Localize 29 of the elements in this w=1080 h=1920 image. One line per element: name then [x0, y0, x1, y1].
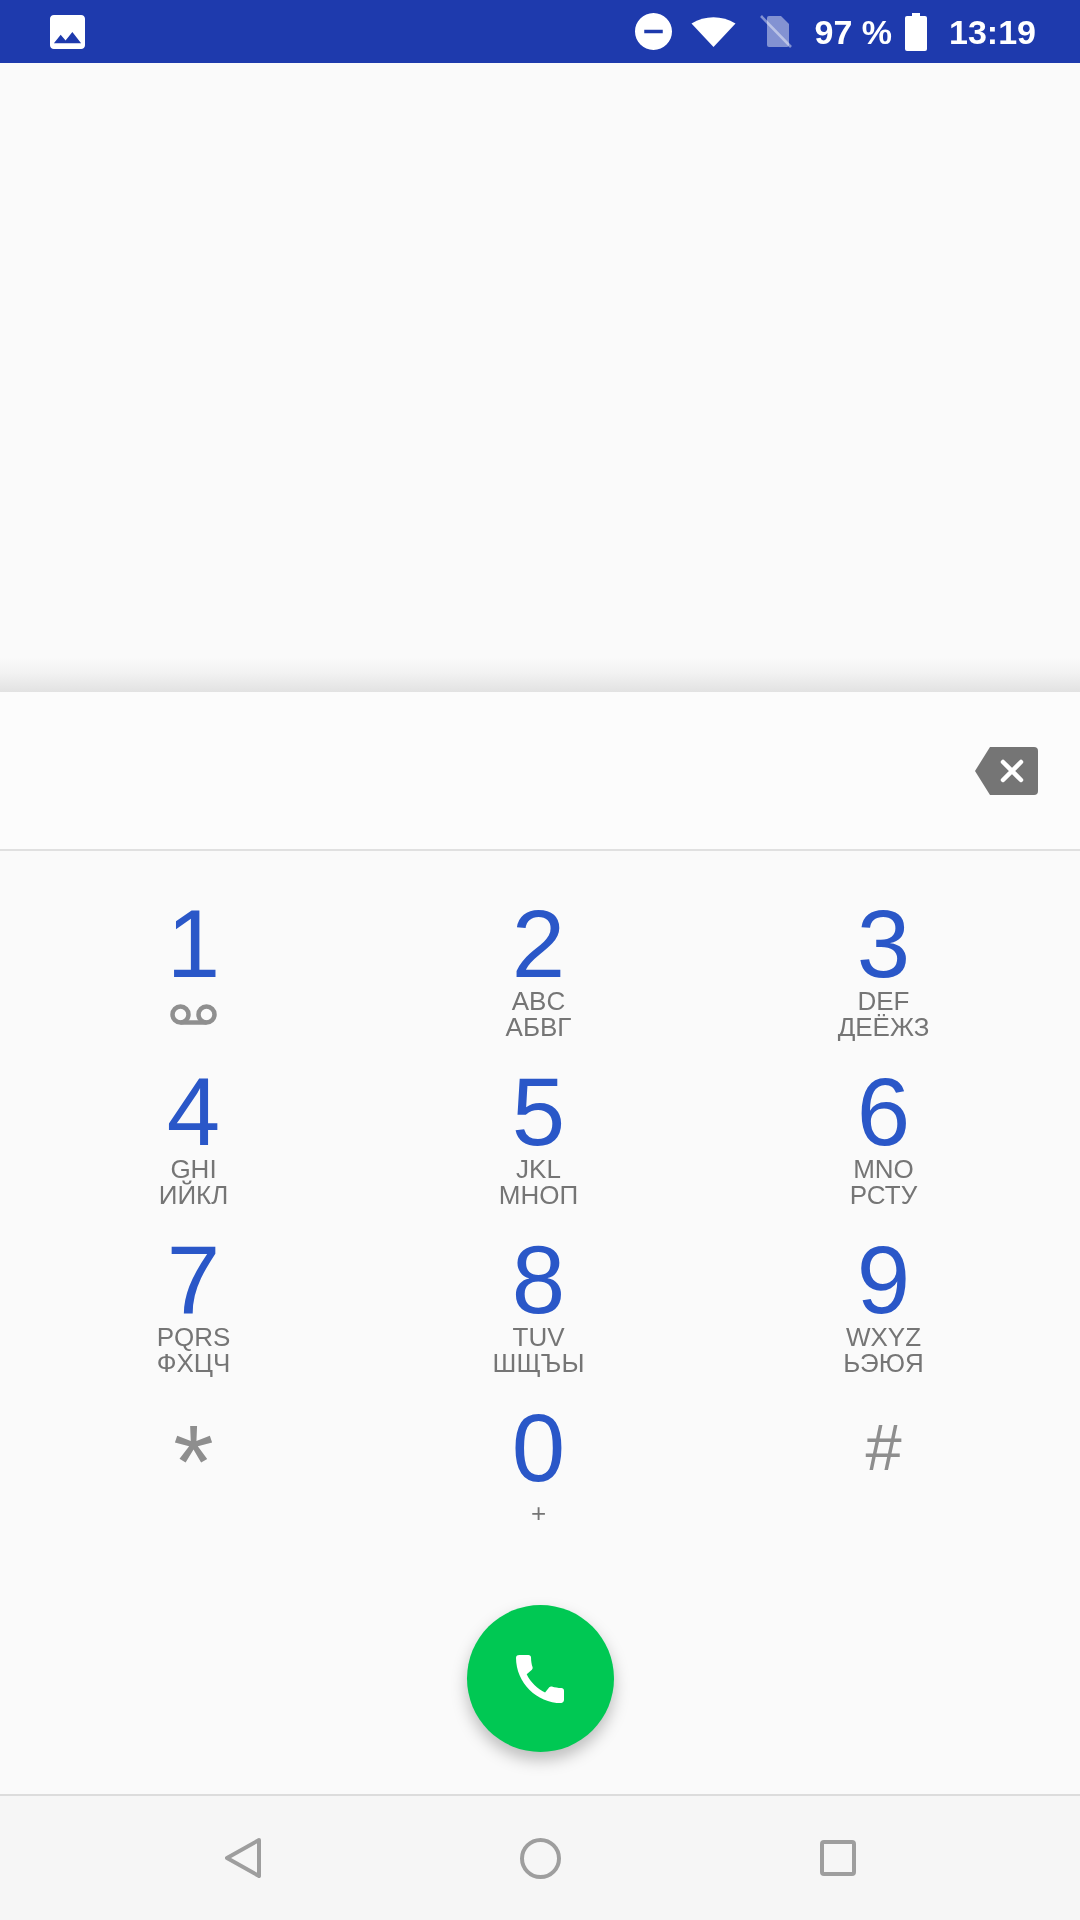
dial-key[interactable]: 1 — [166, 908, 221, 1040]
voicemail-icon — [170, 1003, 217, 1025]
back-icon — [224, 1838, 261, 1878]
home-button[interactable] — [519, 1837, 561, 1879]
sim-card-slashed-icon — [758, 14, 793, 49]
dial-key[interactable]: 0 + — [511, 1412, 566, 1526]
dial-key[interactable]: * — [173, 1425, 214, 1499]
dial-key[interactable]: 7 PQRS ФХЦЧ — [156, 1244, 231, 1376]
recents-button[interactable] — [819, 1840, 856, 1876]
dial-key[interactable]: 2 ABC АБВГ — [505, 908, 572, 1040]
clock-time: 13:19 — [949, 14, 1036, 49]
image-icon — [50, 14, 85, 49]
home-icon — [519, 1837, 561, 1879]
dial-key[interactable]: 9 WXYZ ЬЭЮЯ — [843, 1244, 924, 1376]
dial-key[interactable]: 4 GHI ИЙКЛ — [158, 1076, 229, 1208]
dial-key[interactable]: 6 MNO РСТУ — [849, 1076, 918, 1208]
wifi-icon — [690, 16, 736, 47]
dial-key[interactable]: # — [865, 1418, 902, 1478]
recents-icon — [819, 1840, 856, 1876]
back-button[interactable] — [224, 1838, 261, 1878]
backspace-button[interactable] — [975, 746, 1038, 795]
phone-icon — [516, 1654, 564, 1703]
backspace-icon — [975, 746, 1038, 795]
call-button[interactable] — [466, 1605, 614, 1752]
battery-icon — [905, 12, 928, 51]
dial-key[interactable]: 3 DEF ДЕЁЖЗ — [837, 908, 930, 1040]
battery-percentage: 97 % — [814, 14, 893, 49]
dial-key[interactable]: 5 JKL МНОП — [498, 1076, 579, 1208]
dial-key[interactable]: 8 TUV ШЩЪЫ — [492, 1244, 585, 1376]
